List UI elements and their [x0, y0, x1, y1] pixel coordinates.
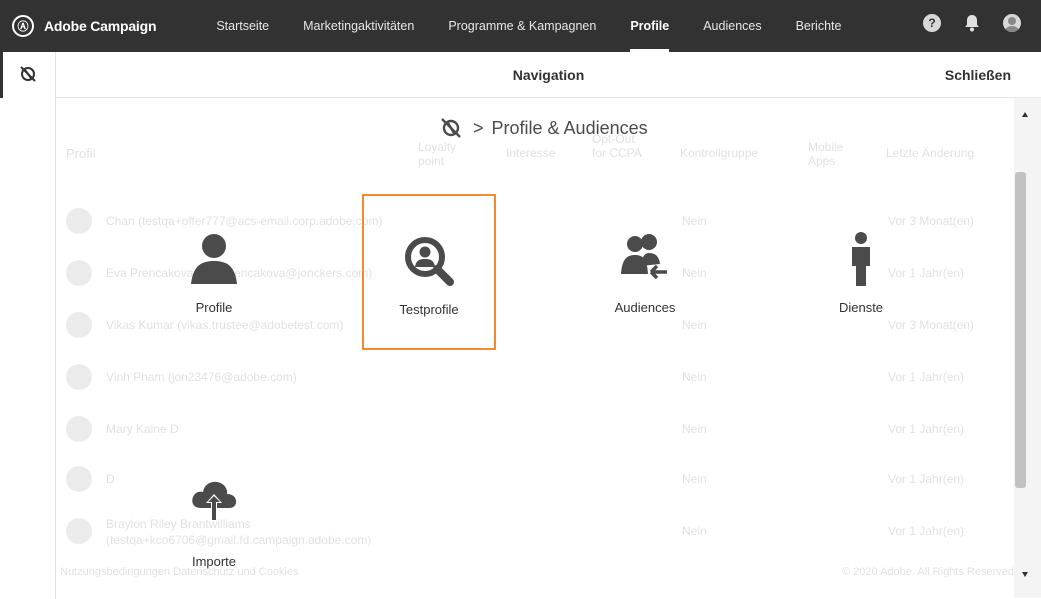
close-button[interactable]: Schließen — [945, 67, 1011, 83]
help-icon[interactable]: ? — [923, 14, 941, 32]
app-name: Adobe Campaign — [44, 18, 157, 34]
tile-importe[interactable]: Importe — [147, 448, 281, 599]
tile-profile-label: Profile — [195, 300, 233, 315]
top-bar: Ⓐ Adobe Campaign Startseite Marketingakt… — [0, 0, 1041, 52]
tile-dienste[interactable]: Dienste — [794, 194, 928, 350]
person-icon — [191, 234, 237, 284]
nav-programme-kampagnen[interactable]: Programme & Kampagnen — [448, 0, 596, 52]
tile-importe-label: Importe — [191, 554, 237, 569]
navigation-header: Navigation Schließen — [56, 52, 1041, 98]
nav-berichte[interactable]: Berichte — [796, 0, 842, 52]
cloud-upload-icon — [192, 481, 237, 520]
nav-marketingaktivitaeten[interactable]: Marketingaktivitäten — [303, 0, 414, 52]
user-avatar-icon[interactable] — [1003, 14, 1021, 32]
rail-active-indicator — [0, 52, 3, 98]
panel-scrollbar[interactable] — [1014, 98, 1041, 598]
tile-profile[interactable]: Profile — [147, 194, 281, 350]
tile-testprofile[interactable]: Testprofile — [362, 194, 496, 350]
search-person-icon — [405, 237, 454, 286]
navigation-panel: > Profile & Audiences Profile Testprofil… — [56, 98, 1014, 598]
left-rail — [0, 52, 56, 599]
bell-icon[interactable] — [963, 14, 981, 32]
breadcrumb: > Profile & Audiences — [439, 116, 648, 140]
main-nav: Startseite Marketingaktivitäten Programm… — [216, 0, 875, 52]
adobe-campaign-logo-icon: Ⓐ — [12, 15, 34, 37]
scrollbar-thumb[interactable] — [1015, 172, 1026, 488]
navigation-compass-icon[interactable] — [18, 64, 38, 84]
tile-dienste-label: Dienste — [838, 300, 884, 315]
brand[interactable]: Ⓐ Adobe Campaign — [12, 15, 157, 37]
navigation-compass-icon[interactable] — [439, 116, 463, 140]
scroll-up-arrow-icon[interactable] — [1022, 112, 1028, 117]
nav-audiences[interactable]: Audiences — [703, 0, 761, 52]
tile-audiences-label: Audiences — [614, 300, 676, 315]
scroll-down-arrow-icon[interactable] — [1022, 572, 1028, 577]
nav-profile[interactable]: Profile — [630, 0, 669, 52]
breadcrumb-current: Profile & Audiences — [491, 117, 648, 138]
breadcrumb-separator: > — [473, 117, 484, 138]
service-person-icon — [852, 232, 870, 286]
navigation-title: Navigation — [512, 66, 585, 83]
tile-audiences[interactable]: Audiences — [578, 194, 712, 350]
nav-startseite[interactable]: Startseite — [216, 0, 269, 52]
tile-testprofile-label: Testprofile — [399, 302, 459, 317]
audiences-icon — [621, 234, 667, 280]
